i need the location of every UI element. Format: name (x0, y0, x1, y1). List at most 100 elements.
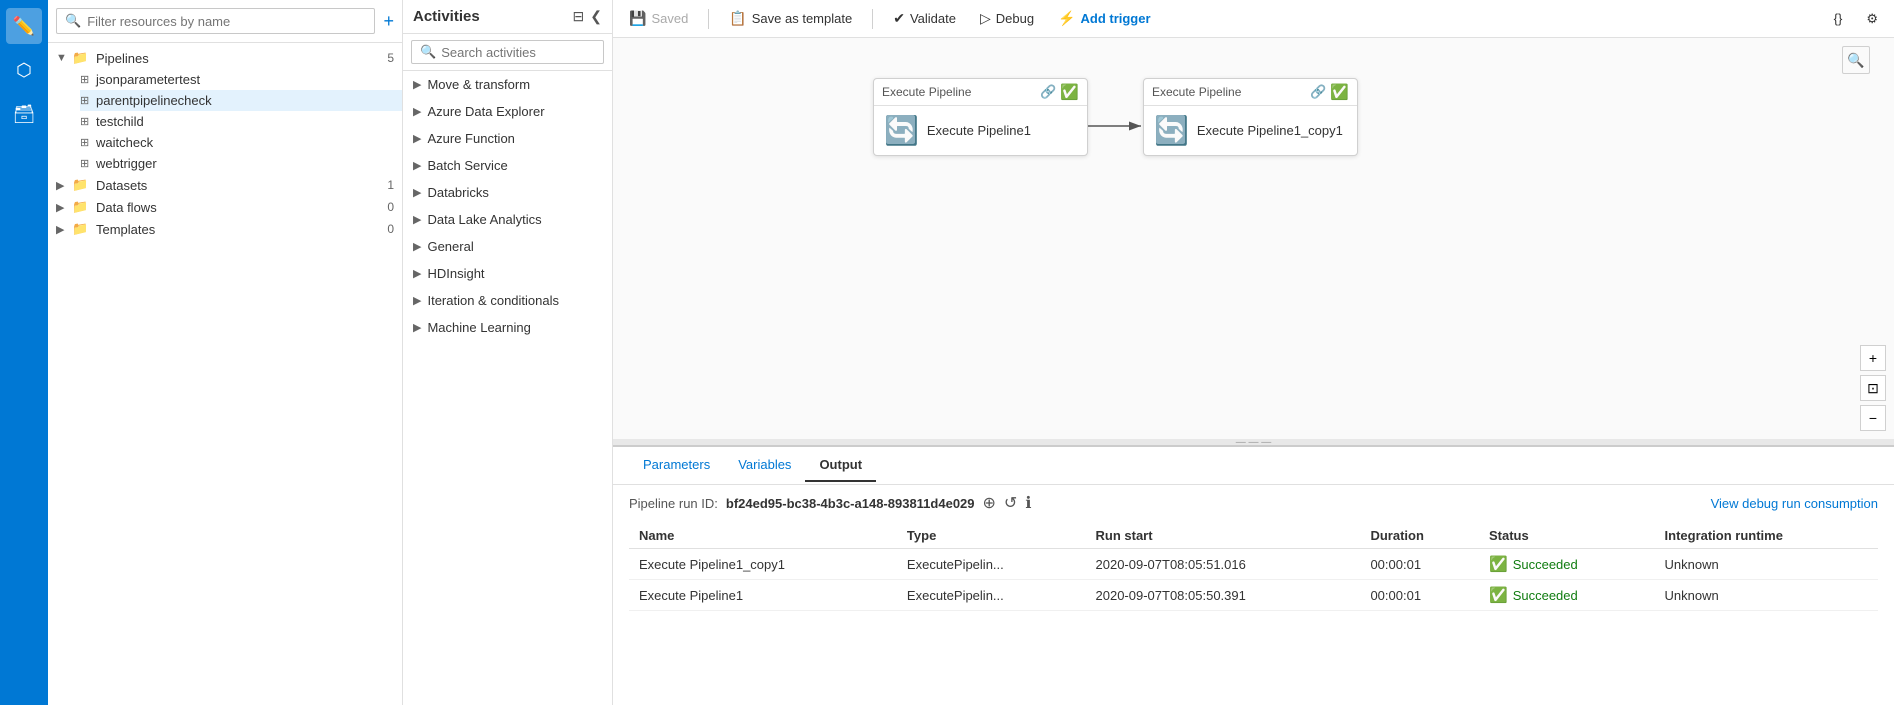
datasets-folder-icon: 📁 (72, 177, 92, 193)
pipeline-canvas[interactable]: Execute Pipeline 🔗 ✅ 🔄 Execute Pipeline1 (613, 38, 1894, 439)
activity-general[interactable]: ▶ General (403, 233, 612, 260)
save-as-template-button[interactable]: 📋 Save as template (725, 8, 856, 29)
activity-data-lake-analytics[interactable]: ▶ Data Lake Analytics (403, 206, 612, 233)
author-nav-icon[interactable]: ✏️ (6, 8, 42, 44)
table-row[interactable]: Execute Pipeline1 ExecutePipelin... 2020… (629, 580, 1878, 611)
pipeline-node-2[interactable]: Execute Pipeline 🔗 ✅ 🔄 Execute Pipeline1… (1143, 78, 1358, 156)
pipeline-node-1-header: Execute Pipeline 🔗 ✅ (874, 79, 1087, 106)
canvas-fit-button[interactable]: ⊡ (1860, 375, 1886, 401)
tab-output[interactable]: Output (805, 449, 876, 482)
activity-iteration-conditionals[interactable]: ▶ Iteration & conditionals (403, 287, 612, 314)
templates-tree-item[interactable]: ▶ 📁 Templates 0 (48, 218, 402, 240)
monitor-nav-icon[interactable]: ⬡ (6, 52, 42, 88)
search-activities-icon: 🔍 (420, 44, 436, 60)
saved-label: Saved (651, 11, 688, 26)
canvas-zoom-out-button[interactable]: − (1860, 405, 1886, 431)
pipeline-testchild[interactable]: ⊞ testchild (80, 111, 402, 132)
bottom-content: Pipeline run ID: bf24ed95-bc38-4b3c-a148… (613, 485, 1894, 705)
pipeline-node-2-body: 🔄 Execute Pipeline1_copy1 (1144, 106, 1357, 155)
pipelines-chevron-icon: ▼ (56, 52, 72, 64)
filter-input-wrap: 🔍 (56, 8, 375, 34)
pipeline-webtrigger[interactable]: ⊞ webtrigger (80, 153, 402, 174)
activities-collapse-button[interactable]: ⊟ (573, 8, 585, 25)
info-run-button[interactable]: ℹ (1025, 493, 1031, 513)
row2-type: ExecutePipelin... (897, 580, 1086, 611)
resource-panel-header: 🔍 + (48, 0, 402, 43)
filter-resources-input[interactable] (87, 14, 366, 29)
activity-hdinsight[interactable]: ▶ HDInsight (403, 260, 612, 287)
pipeline-node-1[interactable]: Execute Pipeline 🔗 ✅ 🔄 Execute Pipeline1 (873, 78, 1088, 156)
pipelines-label: Pipelines (96, 51, 387, 66)
node-2-external-link-icon[interactable]: 🔗 (1310, 84, 1326, 100)
datasets-tree-item[interactable]: ▶ 📁 Datasets 1 (48, 174, 402, 196)
nav-icon-sidebar: ✏️ ⬡ 🗃 (0, 0, 48, 705)
node-2-header-label: Execute Pipeline (1152, 85, 1241, 99)
activities-list: ▶ Move & transform ▶ Azure Data Explorer… (403, 71, 612, 705)
manage-nav-icon[interactable]: 🗃 (6, 96, 42, 132)
validate-button[interactable]: ✔ Validate (889, 8, 960, 29)
activity-machine-learning[interactable]: ▶ Machine Learning (403, 314, 612, 341)
pipeline-icon-4: ⊞ (80, 136, 96, 149)
pipelines-tree-item[interactable]: ▼ 📁 Pipelines 5 (48, 47, 402, 69)
pipeline-settings-button[interactable]: ⚙ (1862, 9, 1882, 29)
dataflows-count: 0 (387, 200, 394, 214)
tab-parameters[interactable]: Parameters (629, 449, 724, 482)
search-activities-wrap: 🔍 (403, 34, 612, 71)
activity-arrow-6: ▶ (413, 213, 421, 226)
pipeline-icon-2: ⊞ (80, 94, 96, 107)
activity-move-transform[interactable]: ▶ Move & transform (403, 71, 612, 98)
activity-arrow-1: ▶ (413, 78, 421, 91)
pipeline-run-row: Pipeline run ID: bf24ed95-bc38-4b3c-a148… (629, 493, 1878, 513)
pipelines-count: 5 (387, 51, 394, 65)
activity-azure-data-explorer[interactable]: ▶ Azure Data Explorer (403, 98, 612, 125)
row2-duration: 00:00:01 (1360, 580, 1479, 611)
node-2-status-icon: ✅ (1330, 83, 1349, 101)
activity-arrow-8: ▶ (413, 267, 421, 280)
canvas-topright-controls: 🔍 (1842, 46, 1870, 74)
col-name: Name (629, 523, 897, 549)
dataflows-folder-icon: 📁 (72, 199, 92, 215)
pipeline-icon-3: ⊞ (80, 115, 96, 128)
activities-close-button[interactable]: ❮ (590, 8, 602, 25)
activity-arrow-10: ▶ (413, 321, 421, 334)
add-trigger-button[interactable]: ⚡ Add trigger (1054, 8, 1155, 29)
activity-databricks[interactable]: ▶ Databricks (403, 179, 612, 206)
activity-arrow-9: ▶ (413, 294, 421, 307)
activity-batch-service[interactable]: ▶ Batch Service (403, 152, 612, 179)
activity-azure-function[interactable]: ▶ Azure Function (403, 125, 612, 152)
save-template-icon: 📋 (729, 10, 746, 27)
saved-button: 💾 Saved (625, 8, 692, 29)
activity-label-3: Azure Function (427, 131, 514, 146)
add-resource-button[interactable]: + (383, 11, 394, 32)
node-1-external-link-icon[interactable]: 🔗 (1040, 84, 1056, 100)
view-debug-link[interactable]: View debug run consumption (1711, 496, 1878, 511)
copy-run-id-button[interactable]: ⊕ (983, 493, 996, 513)
row1-run-start: 2020-09-07T08:05:51.016 (1086, 549, 1361, 580)
dataflows-tree-item[interactable]: ▶ 📁 Data flows 0 (48, 196, 402, 218)
canvas-zoom-in-button[interactable]: + (1860, 345, 1886, 371)
save-template-label: Save as template (752, 11, 852, 26)
canvas-zoom-controls: + ⊡ − (1860, 345, 1886, 431)
activity-label-8: HDInsight (427, 266, 484, 281)
activities-panel: Activities ⊟ ❮ 🔍 ▶ Move & transform ▶ Az… (403, 0, 613, 705)
activity-label-10: Machine Learning (427, 320, 530, 335)
activities-controls: ⊟ ❮ (573, 8, 602, 25)
pipeline-jsonparametertest[interactable]: ⊞ jsonparametertest (80, 69, 402, 90)
node-2-name: Execute Pipeline1_copy1 (1197, 123, 1343, 138)
table-row[interactable]: Execute Pipeline1_copy1 ExecutePipelin..… (629, 549, 1878, 580)
activity-arrow-7: ▶ (413, 240, 421, 253)
activity-arrow-2: ▶ (413, 105, 421, 118)
pipeline-parentpipelinecheck[interactable]: ⊞ parentpipelinecheck (80, 90, 402, 111)
debug-button[interactable]: ▷ Debug (976, 8, 1038, 29)
tab-variables[interactable]: Variables (724, 449, 805, 482)
row2-status: ✅ Succeeded (1479, 580, 1655, 611)
settings-icon: ⚙ (1866, 11, 1878, 27)
toolbar-separator-2 (872, 9, 873, 29)
canvas-search-button[interactable]: 🔍 (1842, 46, 1870, 74)
validate-label: Validate (910, 11, 956, 26)
search-activities-input[interactable] (441, 45, 595, 60)
validate-icon: ✔ (893, 10, 905, 27)
pipeline-waitcheck[interactable]: ⊞ waitcheck (80, 132, 402, 153)
refresh-run-button[interactable]: ↺ (1004, 493, 1017, 513)
code-view-button[interactable]: {} (1830, 9, 1847, 28)
